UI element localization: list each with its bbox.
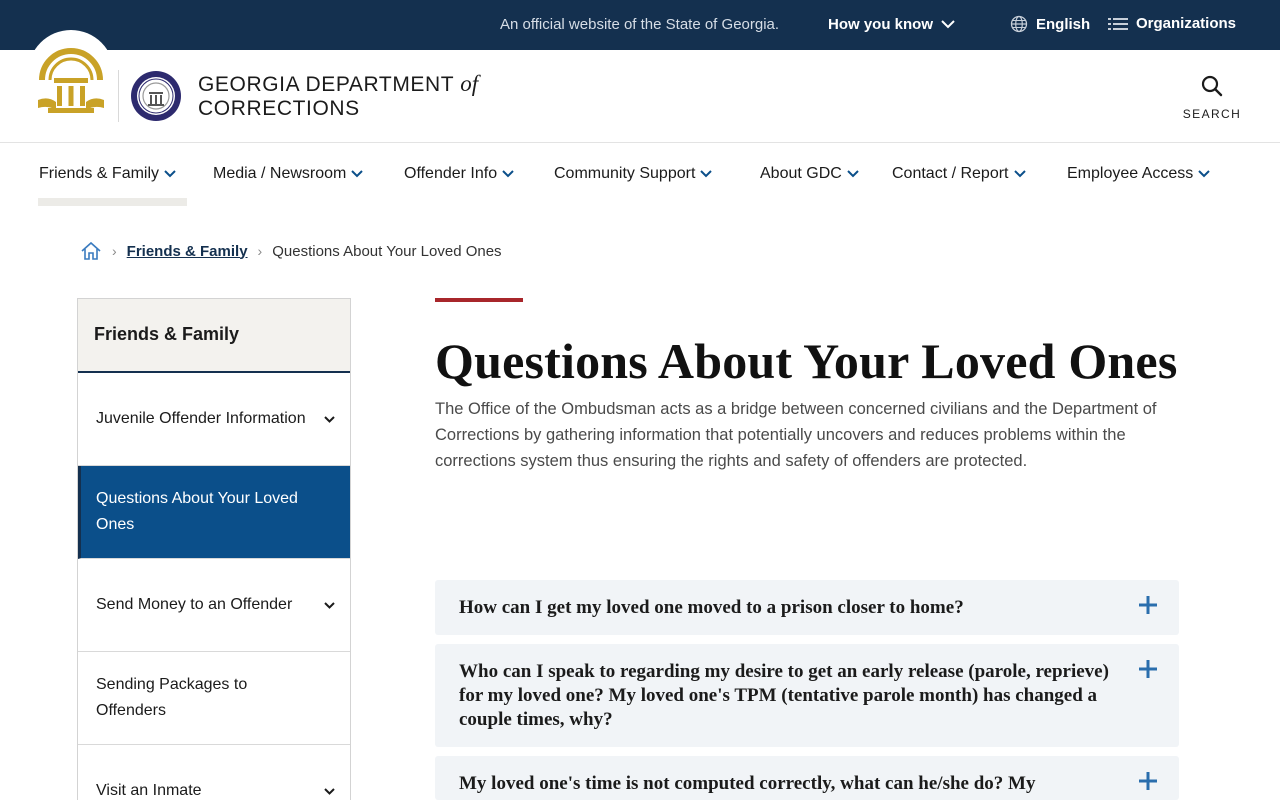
- sidebar-item-label: Juvenile Offender Information: [96, 410, 306, 427]
- faq-accordion-item[interactable]: My loved one's time is not computed corr…: [435, 756, 1179, 800]
- agency-name-line2: CORRECTIONS: [198, 97, 360, 120]
- sidebar-heading[interactable]: Friends & Family: [78, 299, 350, 373]
- official-banner: An official website of the State of Geor…: [0, 0, 1280, 50]
- sidebar-item-questions-about-your-loved-ones[interactable]: Questions About Your Loved Ones: [78, 466, 350, 559]
- plus-icon[interactable]: [1139, 596, 1157, 614]
- chevron-down-icon[interactable]: [323, 784, 336, 798]
- nav-label: Community Support: [554, 165, 696, 182]
- agency-name-line1: GEORGIA DEPARTMENT: [198, 73, 454, 96]
- chevron-down-icon[interactable]: [323, 412, 336, 426]
- sidebar-item-label: Send Money to an Offender: [96, 596, 293, 613]
- how-you-know-button[interactable]: How you know: [828, 16, 955, 33]
- chevron-down-icon: [351, 170, 364, 178]
- sidebar-item-juvenile-offender-information[interactable]: Juvenile Offender Information: [78, 373, 350, 466]
- chevron-down-icon: [164, 170, 176, 178]
- nav-community-support[interactable]: Community Support: [554, 165, 713, 183]
- nav-media-newsroom[interactable]: Media / Newsroom: [213, 165, 364, 183]
- nav-active-indicator: [38, 198, 187, 206]
- search-icon: [1201, 75, 1223, 97]
- language-label: English: [1036, 15, 1091, 33]
- chevron-down-icon: [1198, 170, 1210, 178]
- page-title: Questions About Your Loved Ones: [435, 333, 1178, 389]
- faq-accordion-item[interactable]: Who can I speak to regarding my desire t…: [435, 644, 1179, 747]
- main-content: Questions About Your Loved Ones The Offi…: [435, 298, 1180, 474]
- title-accent-rule: [435, 298, 523, 302]
- nav-friends-family[interactable]: Friends & Family: [39, 165, 176, 183]
- nav-about-gdc[interactable]: About GDC: [760, 165, 859, 183]
- nav-label: Offender Info: [404, 165, 498, 182]
- gdc-seal-icon[interactable]: [130, 70, 182, 122]
- nav-employee-access[interactable]: Employee Access: [1067, 165, 1210, 183]
- faq-question: Who can I speak to regarding my desire t…: [459, 661, 1109, 730]
- faq-question: My loved one's time is not computed corr…: [459, 773, 1036, 794]
- sidebar-item-label: Visit an Inmate: [96, 782, 202, 799]
- breadcrumb-friends-family[interactable]: Friends & Family: [127, 243, 248, 260]
- nav-label: About GDC: [760, 165, 842, 182]
- sidebar-item-sending-packages[interactable]: Sending Packages to Offenders: [78, 652, 350, 745]
- nav-label: Employee Access: [1067, 165, 1194, 182]
- section-sidebar: Friends & Family Juvenile Offender Infor…: [77, 298, 351, 800]
- sidebar-item-label: Sending Packages to Offenders: [96, 676, 248, 719]
- chevron-down-icon: [847, 170, 859, 178]
- breadcrumb-separator: ›: [112, 243, 117, 259]
- nav-label: Friends & Family: [39, 165, 160, 182]
- main-nav: Friends & Family Media / Newsroom Offend…: [0, 143, 1280, 207]
- chevron-down-icon: [502, 170, 514, 178]
- sidebar-item-visit-an-inmate[interactable]: Visit an Inmate: [78, 745, 350, 800]
- breadcrumb: › Friends & Family › Questions About You…: [80, 241, 502, 261]
- organizations-button[interactable]: Organizations: [1108, 15, 1236, 32]
- georgia-state-seal-icon[interactable]: [36, 40, 106, 118]
- nav-offender-info[interactable]: Offender Info: [404, 165, 514, 183]
- organizations-label: Organizations: [1136, 15, 1237, 32]
- nav-label: Contact / Report: [892, 165, 1009, 182]
- sidebar-item-send-money[interactable]: Send Money to an Offender: [78, 559, 350, 652]
- nav-label: Media / Newsroom: [213, 165, 347, 182]
- chevron-down-icon: [700, 170, 713, 178]
- search-button[interactable]: SEARCH: [1176, 74, 1248, 121]
- nav-contact-report[interactable]: Contact / Report: [892, 165, 1026, 183]
- official-site-text: An official website of the State of Geor…: [500, 16, 780, 33]
- breadcrumb-current: Questions About Your Loved Ones: [272, 242, 502, 260]
- agency-name-of: of: [460, 71, 479, 96]
- faq-accordion-item[interactable]: How can I get my loved one moved to a pr…: [435, 580, 1179, 635]
- chevron-down-icon: [1013, 170, 1026, 178]
- plus-icon[interactable]: [1139, 772, 1157, 790]
- intro-paragraph: The Office of the Ombudsman acts as a br…: [435, 400, 1157, 470]
- search-label: SEARCH: [1182, 107, 1242, 121]
- chevron-down-icon: [941, 20, 955, 29]
- chevron-down-icon[interactable]: [323, 598, 336, 612]
- language-selector[interactable]: English: [1010, 15, 1090, 33]
- list-icon: [1108, 17, 1128, 30]
- sidebar-item-label: Questions About Your Loved Ones: [96, 490, 298, 533]
- agency-name[interactable]: GEORGIA DEPARTMENT of CORRECTIONS: [198, 72, 478, 121]
- plus-icon[interactable]: [1139, 660, 1157, 678]
- logo-divider: [118, 70, 119, 122]
- breadcrumb-separator: ›: [257, 243, 263, 259]
- how-you-know-label: How you know: [828, 16, 933, 33]
- faq-question: How can I get my loved one moved to a pr…: [459, 597, 964, 618]
- globe-icon: [1010, 15, 1028, 33]
- site-header: GEORGIA DEPARTMENT of CORRECTIONS SEARCH: [0, 30, 1280, 143]
- home-icon[interactable]: [80, 241, 102, 261]
